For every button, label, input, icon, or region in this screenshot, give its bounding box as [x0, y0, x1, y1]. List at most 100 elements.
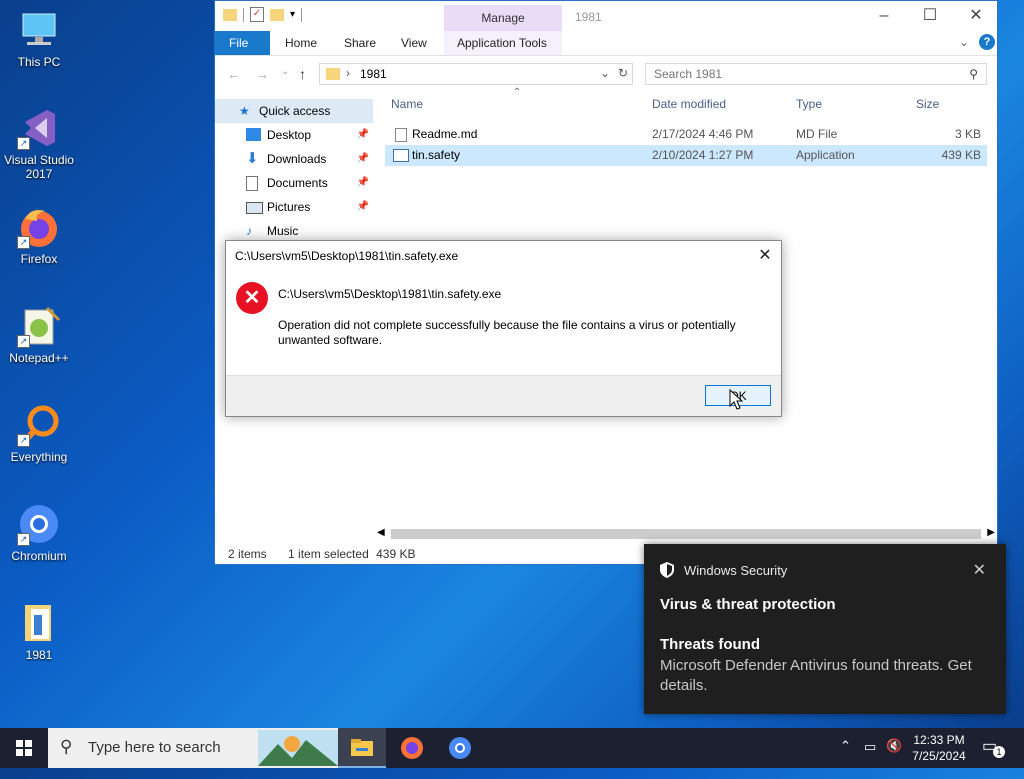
tab-view[interactable]: View: [387, 31, 441, 55]
manage-contextual-tab[interactable]: Manage: [444, 5, 562, 31]
taskbar-search-placeholder: Type here to search: [88, 739, 221, 756]
search-highlight-illustration-icon: [258, 730, 338, 766]
dialog-heading: C:\Users\vm5\Desktop\1981\tin.safety.exe: [278, 287, 502, 301]
nav-downloads[interactable]: ⬇ Downloads 📌: [215, 147, 373, 171]
help-icon[interactable]: ?: [979, 34, 995, 50]
up-arrow-icon[interactable]: ↑: [299, 66, 306, 82]
chromium-icon: [449, 737, 471, 759]
nav-documents[interactable]: Documents 📌: [215, 171, 373, 195]
nav-desktop[interactable]: Desktop 📌: [215, 123, 373, 147]
folder-icon: [17, 601, 61, 645]
file-name: Readme.md: [412, 127, 478, 141]
search-input[interactable]: Search 1981 ⚲: [645, 63, 987, 85]
close-button[interactable]: ✕: [953, 1, 999, 31]
minimize-button[interactable]: –: [861, 1, 907, 31]
desktop-icon-label: Notepad++: [9, 351, 69, 365]
desktop-icon-visual-studio[interactable]: ↗ Visual Studio 2017: [0, 106, 78, 181]
dialog-footer: OK: [226, 375, 781, 416]
file-row[interactable]: Readme.md 2/17/2024 4:46 PM MD File 3 KB: [385, 124, 987, 145]
desktop-icon-notepad-plus-plus[interactable]: ↗ Notepad++: [0, 304, 78, 365]
column-header-type[interactable]: Type: [796, 97, 822, 111]
column-header-name[interactable]: Name: [391, 97, 423, 111]
start-button[interactable]: [0, 728, 48, 768]
refresh-icon[interactable]: ↻: [618, 66, 628, 80]
file-date: 2/17/2024 4:46 PM: [652, 127, 754, 141]
recent-dropdown-icon[interactable]: ⌄: [281, 66, 289, 77]
music-icon: ♪: [246, 224, 252, 238]
shortcut-arrow-icon: ↗: [17, 335, 30, 348]
nav-label: Downloads: [267, 152, 327, 166]
desktop-icon-this-pc[interactable]: This PC: [0, 8, 78, 69]
scroll-thumb[interactable]: [391, 529, 981, 539]
nav-label: Documents: [267, 176, 328, 190]
column-header-size[interactable]: Size: [916, 97, 939, 111]
show-hidden-icons-chevron-icon[interactable]: ⌃: [840, 738, 851, 778]
desktop-icon-firefox[interactable]: ↗ Firefox: [0, 205, 78, 266]
notification-subheading: Threats found: [660, 636, 760, 653]
taskbar-file-explorer[interactable]: [338, 728, 386, 768]
column-header-date[interactable]: Date modified: [652, 97, 726, 111]
notification-close-button[interactable]: ✕: [973, 560, 986, 580]
taskbar-firefox[interactable]: [388, 728, 436, 768]
file-type: Application: [796, 148, 855, 162]
notification-heading: Virus & threat protection: [660, 596, 836, 613]
shortcut-arrow-icon: ↗: [17, 434, 30, 447]
pin-icon: 📌: [356, 129, 369, 140]
maximize-button[interactable]: ☐: [907, 1, 953, 31]
dialog-message: Operation did not complete successfully …: [278, 318, 736, 347]
chromium-icon: ↗: [17, 502, 61, 546]
desktop-icon-label: This PC: [17, 55, 61, 69]
folder-icon[interactable]: [223, 8, 237, 21]
back-arrow-icon[interactable]: ←: [227, 66, 241, 82]
address-bar[interactable]: › 1981 ⌄ ↻: [319, 63, 633, 85]
horizontal-scrollbar[interactable]: ◀ ▶: [375, 525, 997, 542]
firefox-icon: [401, 737, 423, 759]
dialog-close-button[interactable]: ✕: [749, 241, 781, 271]
desktop-icon-folder-1981[interactable]: 1981: [0, 601, 78, 662]
address-dropdown-icon[interactable]: ⌄: [600, 66, 610, 80]
file-icon: [395, 128, 407, 142]
separator: [243, 7, 244, 22]
tab-share[interactable]: Share: [330, 31, 390, 55]
desktop-icon-label: Chromium: [11, 549, 67, 563]
properties-icon[interactable]: ✓: [250, 7, 264, 22]
application-icon: [393, 149, 409, 162]
desktop-icon-everything[interactable]: ↗ Everything: [0, 403, 78, 464]
status-bar: 2 items 1 item selected 439 KB: [228, 547, 415, 561]
column-headers: ⌃ Name Date modified Type Size: [385, 87, 987, 117]
nav-pictures[interactable]: Pictures 📌: [215, 195, 373, 219]
desktop-icon-chromium[interactable]: ↗ Chromium: [0, 502, 78, 563]
file-size: 3 KB: [954, 127, 981, 141]
network-icon[interactable]: ▭: [864, 739, 876, 779]
scroll-left-icon[interactable]: ◀: [377, 527, 385, 538]
action-center-button[interactable]: ▭ 1: [982, 736, 1006, 760]
nav-quick-access[interactable]: ★ Quick access: [215, 99, 373, 123]
taskbar-search-box[interactable]: ⚲ Type here to search: [48, 728, 338, 768]
taskbar: ⚲ Type here to search ⌃ ▭ 🔇 12:33 PM 7/2…: [0, 728, 1024, 768]
expand-ribbon-icon[interactable]: ⌄: [959, 35, 969, 49]
file-list: ⌃ Name Date modified Type Size Readme.md…: [385, 87, 987, 166]
file-row-selected[interactable]: tin.safety 2/10/2024 1:27 PM Application…: [385, 145, 987, 166]
ribbon-tabs: File Home Share View Application Tools ⌄…: [215, 31, 997, 56]
error-icon: ✕: [236, 282, 268, 314]
selected-size: 439 KB: [376, 547, 416, 561]
nav-label: Pictures: [267, 200, 311, 214]
clock-time: 12:33 PM: [913, 733, 965, 747]
pin-icon: 📌: [356, 201, 369, 212]
taskbar-clock[interactable]: 12:33 PM 7/25/2024: [900, 732, 978, 764]
address-row: ← → ⌄ ↑ › 1981 ⌄ ↻ Search 1981 ⚲: [215, 56, 997, 92]
scroll-right-icon[interactable]: ▶: [987, 527, 995, 538]
tab-application-tools[interactable]: Application Tools: [443, 31, 561, 55]
magnifier-icon: ↗: [17, 403, 61, 447]
forward-arrow-icon[interactable]: →: [255, 66, 269, 82]
customize-dropdown-icon[interactable]: ▾: [290, 9, 295, 20]
clock-date: 7/25/2024: [912, 749, 966, 763]
pin-icon: 📌: [356, 153, 369, 164]
tab-home[interactable]: Home: [271, 31, 331, 55]
taskbar-chromium[interactable]: [436, 728, 484, 768]
document-icon: [246, 176, 258, 191]
windows-security-notification[interactable]: Windows Security ✕ Virus & threat protec…: [644, 544, 1006, 714]
tab-file[interactable]: File: [215, 31, 270, 55]
new-folder-icon[interactable]: [270, 8, 284, 21]
nav-label: Desktop: [267, 128, 312, 142]
